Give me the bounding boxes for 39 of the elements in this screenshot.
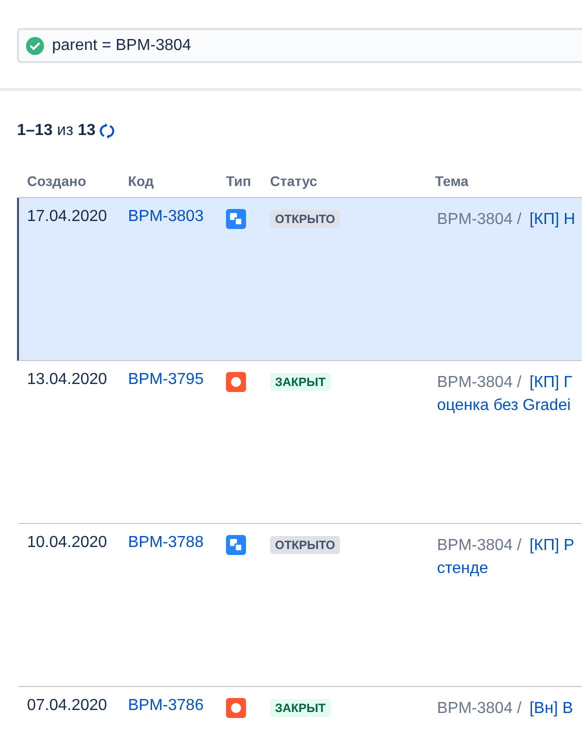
issue-key-link[interactable]: BPM-3788 — [128, 534, 204, 551]
issue-row[interactable]: 13.04.2020 BPM-3795 ЗАКРЫТ BPM-3804 / [КП] Г оценка без Gradei — [17, 361, 582, 524]
query-text: parent = BPM-3804 — [52, 36, 192, 54]
issue-summary-link[interactable]: [Вн] В — [529, 700, 573, 717]
issue-row[interactable]: 10.04.2020 BPM-3788 ОТКРЫТО BPM-3804 / [КП] Р стенде — [17, 524, 582, 687]
column-header[interactable]: Тема — [425, 173, 582, 189]
status-lozenge: ОТКРЫТО — [270, 210, 340, 228]
issue-summary-link[interactable]: [КП] Р — [529, 537, 574, 554]
created-date: 10.04.2020 — [27, 534, 108, 551]
pagination-count: 1–13 из 13 — [17, 122, 96, 140]
issue-summary-link[interactable]: стенде — [437, 557, 488, 580]
column-header[interactable]: Создано — [17, 173, 118, 189]
status-lozenge: ЗАКРЫТ — [270, 699, 331, 717]
parent-key[interactable]: BPM-3804 / — [437, 374, 522, 391]
issue-summary-link[interactable]: [КП] Н — [529, 211, 576, 228]
created-date: 17.04.2020 — [27, 208, 108, 225]
query-field[interactable]: parent = BPM-3804 — [17, 28, 582, 63]
parent-key[interactable]: BPM-3804 / — [437, 700, 522, 717]
issue-key-link[interactable]: BPM-3795 — [128, 371, 204, 388]
bug-icon — [226, 372, 246, 392]
column-header[interactable]: Статус — [260, 173, 425, 189]
issue-summary-link[interactable]: [КП] Г — [529, 374, 572, 391]
subtask-icon — [226, 535, 246, 555]
issue-summary-link[interactable]: оценка без Gradei — [437, 394, 571, 417]
column-header[interactable]: Тип — [216, 173, 260, 189]
column-header[interactable]: Код — [118, 173, 216, 189]
created-date: 07.04.2020 — [27, 697, 108, 714]
status-lozenge: ЗАКРЫТ — [270, 373, 331, 391]
issue-row[interactable]: 17.04.2020 BPM-3803 ОТКРЫТО BPM-3804 / [КП] Н — [17, 198, 582, 361]
bug-icon — [226, 698, 246, 718]
subtask-icon — [226, 209, 246, 229]
refresh-icon[interactable] — [98, 122, 116, 140]
created-date: 13.04.2020 — [27, 371, 108, 388]
status-lozenge: ОТКРЫТО — [270, 536, 340, 554]
parent-key[interactable]: BPM-3804 / — [437, 211, 522, 228]
parent-key[interactable]: BPM-3804 / — [437, 537, 522, 554]
issue-key-link[interactable]: BPM-3803 — [128, 208, 204, 225]
issue-key-link[interactable]: BPM-3786 — [128, 697, 204, 714]
issue-row[interactable]: 07.04.2020 BPM-3786 ЗАКРЫТ BPM-3804 / [Вн] В — [17, 687, 582, 746]
